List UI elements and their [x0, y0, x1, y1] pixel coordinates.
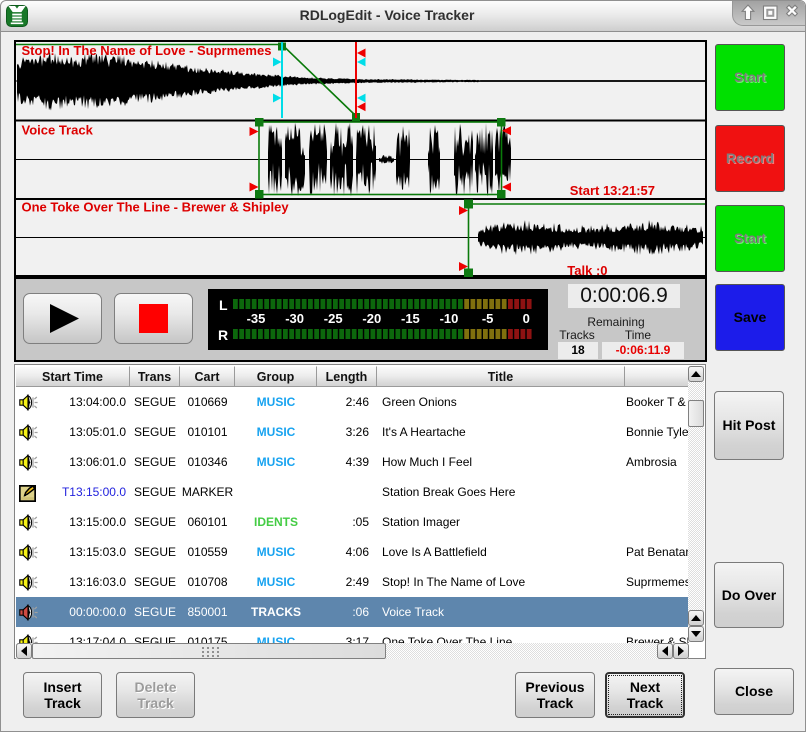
svg-text:-20: -20 — [362, 311, 381, 326]
svg-text:-5: -5 — [482, 311, 494, 326]
svg-text:-30: -30 — [285, 311, 304, 326]
svg-text:Start 13:21:57: Start 13:21:57 — [570, 183, 655, 198]
svg-text:Stop! In The Name of Love - Su: Stop! In The Name of Love - Suprmemes — [22, 43, 272, 58]
svg-text:-10: -10 — [440, 311, 459, 326]
svg-text:-35: -35 — [247, 311, 266, 326]
svg-text:-15: -15 — [401, 311, 420, 326]
svg-text:R: R — [218, 327, 228, 343]
svg-text:One Toke Over The Line - Brewe: One Toke Over The Line - Brewer & Shiple… — [22, 200, 290, 215]
svg-text:-25: -25 — [324, 311, 343, 326]
svg-text:0: 0 — [523, 311, 530, 326]
svg-text:Talk :0: Talk :0 — [567, 263, 607, 278]
svg-text:Voice Track: Voice Track — [22, 123, 94, 138]
svg-text:L: L — [219, 297, 228, 313]
